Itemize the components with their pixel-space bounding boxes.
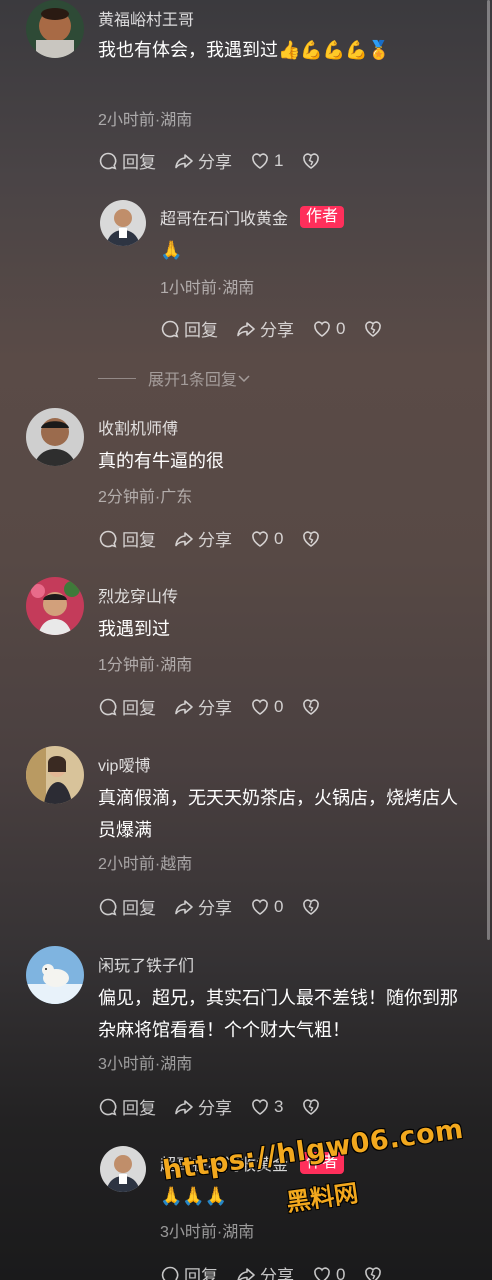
divider (98, 377, 136, 379)
reply-button[interactable]: 回复 (98, 148, 156, 173)
heart-icon (314, 320, 330, 337)
comment-meta: 1分钟前·湖南 (98, 657, 193, 674)
dislike-button[interactable] (363, 319, 387, 339)
comment-actions: 回复 分享 0 (98, 526, 325, 551)
avatar[interactable] (26, 946, 84, 1004)
expand-replies-button[interactable]: 展开1条回复 (98, 366, 251, 390)
comment-username[interactable]: 烈龙穿山传 (98, 583, 178, 607)
watermark-name: 黑料网 (284, 1180, 360, 1217)
avatar[interactable] (26, 0, 84, 58)
comment-username[interactable]: 黄福峪村王哥 (98, 6, 194, 30)
comment-actions: 回复 分享 3 (98, 1094, 325, 1119)
comment-bubble-icon (161, 320, 179, 338)
broken-heart-icon (303, 530, 320, 547)
broken-heart-icon (303, 898, 320, 915)
like-button[interactable]: 3 (250, 1097, 283, 1117)
avatar[interactable] (100, 200, 146, 246)
watermark: https://hlgw06.com 黑料网 (160, 1108, 471, 1249)
share-arrow-icon (237, 321, 255, 336)
comment-meta: 2小时前·越南 (98, 856, 193, 873)
heart-icon (252, 898, 268, 915)
share-arrow-icon (175, 899, 193, 914)
share-arrow-icon (175, 1099, 193, 1114)
comment-text: 偏见，超兄，其实石门人最不差钱！随你到那杂麻将馆看看！个个财大气粗！ (98, 988, 458, 1040)
comment-meta: 3小时前·湖南 (98, 1056, 193, 1073)
comment-meta: 2小时前·湖南 (98, 112, 193, 129)
comment-meta: 2分钟前·广东 (98, 489, 193, 506)
broken-heart-icon (303, 698, 320, 715)
dislike-button[interactable] (301, 529, 325, 549)
comment-actions: 回复 分享 0 (98, 894, 325, 919)
share-button[interactable]: 分享 (174, 694, 232, 719)
share-arrow-icon (237, 1267, 255, 1280)
comment-text: 真的有牛逼的很 (98, 451, 224, 471)
share-button[interactable]: 分享 (236, 1262, 294, 1280)
reply-username[interactable]: 超哥在石门收黄金 作者 (160, 205, 345, 229)
dislike-button[interactable] (363, 1265, 387, 1280)
reply-actions: 回复 分享 0 (160, 1262, 387, 1280)
like-button[interactable]: 0 (250, 897, 283, 917)
reply-meta: 1小时前·湖南 (160, 280, 255, 297)
chevron-down-icon (238, 375, 250, 383)
share-button[interactable]: 分享 (174, 894, 232, 919)
like-button[interactable]: 0 (250, 529, 283, 549)
comment-text: 我也有体会，我遇到过👍💪💪💪🏅 (98, 40, 391, 60)
avatar[interactable] (26, 746, 84, 804)
avatar[interactable] (100, 1146, 146, 1192)
share-button[interactable]: 分享 (174, 148, 232, 173)
comment-username[interactable]: vip嗳博 (98, 752, 150, 776)
share-arrow-icon (175, 531, 193, 546)
broken-heart-icon (365, 320, 382, 337)
comment-bubble-icon (99, 152, 117, 170)
broken-heart-icon (365, 1266, 382, 1280)
dislike-button[interactable] (301, 697, 325, 717)
share-arrow-icon (175, 153, 193, 168)
author-badge: 作者 (300, 206, 345, 228)
heart-icon (252, 530, 268, 547)
comment-text: 我遇到过 (98, 619, 170, 639)
comment-item: 黄福峪村王哥 我也有体会，我遇到过👍💪💪💪🏅 2小时前·湖南 回复 分享 1 超… (0, 0, 492, 389)
broken-heart-icon (303, 152, 320, 169)
broken-heart-icon (303, 1098, 320, 1115)
reply-text: 🙏 (160, 240, 183, 260)
dislike-button[interactable] (301, 151, 325, 171)
comment-bubble-icon (161, 1266, 179, 1280)
comment-bubble-icon (99, 898, 117, 916)
comment-username[interactable]: 收割机师傅 (98, 415, 178, 439)
like-button[interactable]: 0 (250, 697, 283, 717)
like-button[interactable]: 0 (312, 319, 345, 339)
reply-actions: 回复 分享 0 (160, 316, 387, 341)
reply-button[interactable]: 回复 (98, 1094, 156, 1119)
reply-button[interactable]: 回复 (160, 1262, 218, 1280)
avatar[interactable] (26, 577, 84, 635)
heart-icon (252, 152, 268, 169)
reply-button[interactable]: 回复 (160, 316, 218, 341)
like-button[interactable]: 0 (312, 1265, 345, 1280)
avatar[interactable] (26, 408, 84, 466)
share-arrow-icon (175, 699, 193, 714)
dislike-button[interactable] (301, 1097, 325, 1117)
comment-bubble-icon (99, 1098, 117, 1116)
share-button[interactable]: 分享 (174, 1094, 232, 1119)
share-button[interactable]: 分享 (174, 526, 232, 551)
like-button[interactable]: 1 (250, 151, 283, 171)
heart-icon (252, 698, 268, 715)
reply-button[interactable]: 回复 (98, 526, 156, 551)
reply-button[interactable]: 回复 (98, 694, 156, 719)
heart-icon (314, 1266, 330, 1280)
comment-actions: 回复 分享 0 (98, 694, 325, 719)
dislike-button[interactable] (301, 897, 325, 917)
comment-username[interactable]: 闲玩了铁子们 (98, 952, 194, 976)
comment-actions: 回复 分享 1 (98, 148, 325, 173)
heart-icon (252, 1098, 268, 1115)
comment-bubble-icon (99, 530, 117, 548)
watermark-url: https://hlgw06.com (160, 1113, 466, 1187)
comment-text: 真滴假滴，无天天奶茶店，火锅店，烧烤店人员爆满 (98, 788, 458, 840)
share-button[interactable]: 分享 (236, 316, 294, 341)
reply-button[interactable]: 回复 (98, 894, 156, 919)
comment-bubble-icon (99, 698, 117, 716)
